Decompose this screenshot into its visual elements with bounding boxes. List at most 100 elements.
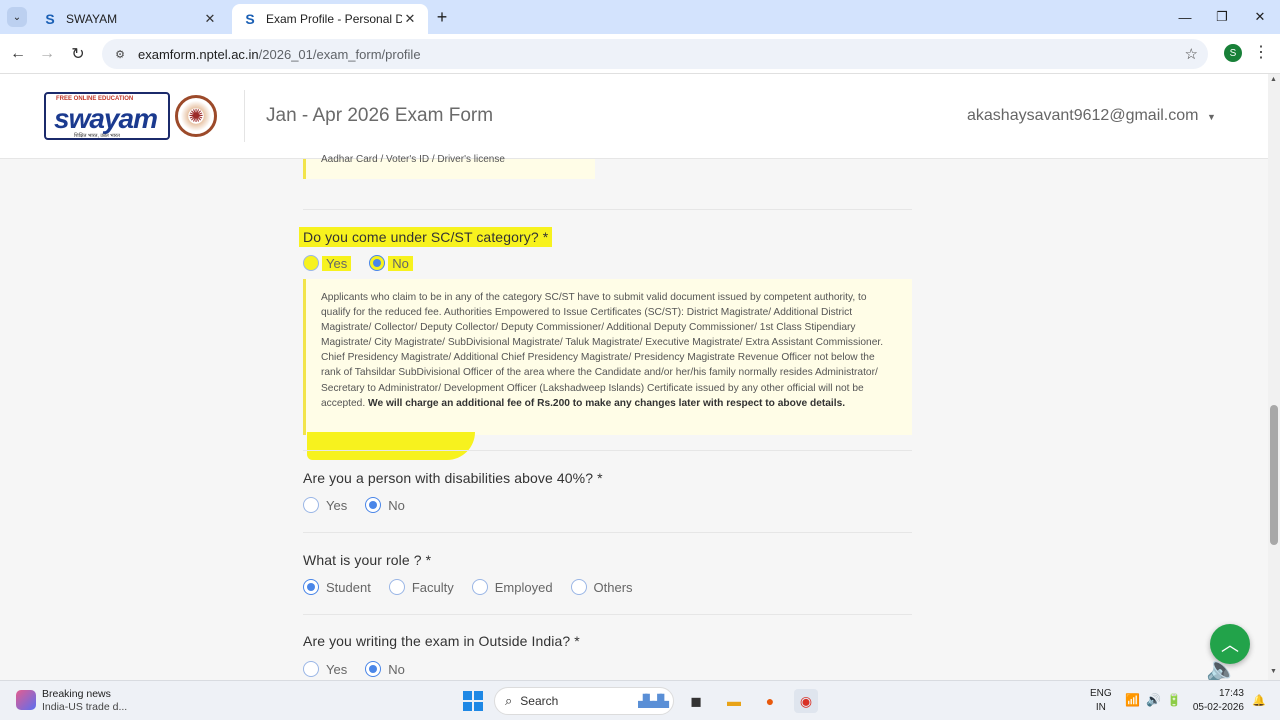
profile-form: Aadhar Card / Voter's ID / Driver's lice… xyxy=(299,155,912,680)
minimize-icon[interactable]: — xyxy=(1174,6,1196,28)
news-widget-icon[interactable] xyxy=(16,690,36,710)
windows-start-icon[interactable] xyxy=(463,691,483,711)
site-info-icon[interactable]: ⚙ xyxy=(112,46,128,62)
option-label: No xyxy=(388,255,413,271)
tab-title: Exam Profile - Personal Details xyxy=(266,12,402,26)
government-seal-icon: ✺ xyxy=(175,95,217,137)
search-label: Search xyxy=(520,694,559,708)
role-options: Student Faculty Employed Others xyxy=(303,579,651,595)
chevron-down-icon[interactable]: ▼ xyxy=(1207,112,1216,122)
disability-options: Yes No xyxy=(303,497,423,513)
radio-button[interactable] xyxy=(365,661,382,677)
scroll-down-icon[interactable]: ▼ xyxy=(1270,668,1277,675)
notification-icon[interactable]: 🔔 xyxy=(1252,694,1266,707)
scrollbar-thumb[interactable] xyxy=(1270,405,1278,545)
radio-button[interactable] xyxy=(570,579,587,595)
id-proof-note: Aadhar Card / Voter's ID / Driver's lice… xyxy=(303,155,595,179)
task-view-icon[interactable]: ◼ xyxy=(684,689,708,713)
disability-option-yes[interactable]: Yes xyxy=(303,497,347,513)
news-subtitle[interactable]: India-US trade d... xyxy=(42,701,127,713)
scst-option-no[interactable]: No xyxy=(369,255,413,271)
close-tab-icon[interactable]: ✕ xyxy=(402,11,418,27)
radio-button[interactable] xyxy=(303,661,319,677)
firefox-icon[interactable]: ● xyxy=(758,689,782,713)
close-window-icon[interactable]: ✕ xyxy=(1249,6,1271,28)
clock[interactable]: 17:43 05-02-2026 xyxy=(1192,687,1244,715)
url-host: examform.nptel.ac.in xyxy=(138,46,259,62)
news-title[interactable]: Breaking news xyxy=(42,688,111,700)
bookmark-star-icon[interactable]: ☆ xyxy=(1185,45,1198,63)
question-label: Do you come under SC/ST category? * xyxy=(299,227,553,247)
option-label: Yes xyxy=(326,661,348,677)
radio-button[interactable] xyxy=(303,579,319,595)
logo-hindi-tagline: शिक्षित भारत, उन्नत भारत xyxy=(74,133,120,139)
reload-icon[interactable]: ↻ xyxy=(67,43,89,65)
scst-option-yes[interactable]: Yes xyxy=(303,255,352,271)
outside-option-no[interactable]: No xyxy=(365,661,405,677)
system-tray-icons[interactable]: 📶🔊🔋 xyxy=(1125,693,1188,707)
option-label: Yes xyxy=(322,255,352,271)
chrome-icon[interactable]: ◉ xyxy=(794,689,818,713)
browser-toolbar: ← → ↻ ⚙ examform.nptel.ac.in/2026_01/exa… xyxy=(0,34,1280,74)
question-scst: Do you come under SC/ST category? * xyxy=(299,227,553,247)
radio-button[interactable] xyxy=(369,255,386,271)
close-tab-icon[interactable]: ✕ xyxy=(202,11,218,27)
page-title: Jan - Apr 2026 Exam Form xyxy=(266,105,494,126)
option-label: Others xyxy=(593,579,633,595)
windows-taskbar: Breaking news India-US trade d... ⌕ Sear… xyxy=(0,680,1280,720)
file-explorer-icon[interactable]: ▬ xyxy=(722,689,746,713)
search-icon: ⌕ xyxy=(505,693,513,708)
site-header: FREE ONLINE EDUCATION swayam शिक्षित भार… xyxy=(0,74,1268,159)
role-option-others[interactable]: Others xyxy=(570,579,633,595)
divider xyxy=(303,532,912,533)
question-role: What is your role ? * xyxy=(303,552,432,568)
new-tab-icon[interactable]: + xyxy=(432,7,452,27)
search-highlight-icon: ▟▙▟▙ xyxy=(638,694,669,708)
swayam-favicon-icon: S xyxy=(245,11,255,27)
address-bar[interactable]: ⚙ examform.nptel.ac.in/2026_01/exam_form… xyxy=(102,39,1208,69)
taskbar-search[interactable]: ⌕ Search ▟▙▟▙ xyxy=(494,687,674,715)
highlighter-mark xyxy=(307,432,475,460)
role-option-faculty[interactable]: Faculty xyxy=(388,579,454,595)
question-disability: Are you a person with disabilities above… xyxy=(303,470,603,486)
swayam-favicon-icon: S xyxy=(45,11,55,27)
outside-option-yes[interactable]: Yes xyxy=(303,661,347,677)
radio-button[interactable] xyxy=(388,579,405,595)
language-indicator[interactable]: ENG IN xyxy=(1090,687,1112,715)
divider xyxy=(303,450,912,451)
radio-button[interactable] xyxy=(303,497,319,513)
maximize-icon[interactable]: ❐ xyxy=(1211,6,1233,28)
logo-tagline: FREE ONLINE EDUCATION xyxy=(56,96,134,102)
swayam-logo[interactable]: FREE ONLINE EDUCATION swayam शिक्षित भार… xyxy=(44,92,170,140)
menu-kebab-icon[interactable]: ⋮ xyxy=(1253,42,1269,62)
profile-avatar[interactable]: S xyxy=(1224,44,1242,62)
radio-button[interactable] xyxy=(365,497,382,513)
outside-india-options: Yes No xyxy=(303,661,423,677)
region-code: IN xyxy=(1095,702,1106,713)
option-label: Faculty xyxy=(411,579,454,595)
tab-title: SWAYAM xyxy=(66,12,118,26)
info-text: Applicants who claim to be in any of the… xyxy=(321,292,884,409)
page-scrollbar[interactable]: ▲ ▼ xyxy=(1268,74,1280,680)
role-option-student[interactable]: Student xyxy=(303,579,371,595)
disability-option-no[interactable]: No xyxy=(365,497,405,513)
time: 17:43 xyxy=(1218,688,1244,699)
url-path: /2026_01/exam_form/profile xyxy=(258,46,421,62)
tab-swayam[interactable]: S SWAYAM ✕ xyxy=(32,4,228,34)
question-outside-india: Are you writing the exam in Outside Indi… xyxy=(303,633,580,649)
header-divider xyxy=(244,90,245,142)
radio-button[interactable] xyxy=(471,579,488,595)
role-option-employed[interactable]: Employed xyxy=(471,579,553,595)
divider xyxy=(303,614,912,615)
user-email[interactable]: akashaysavant9612@gmail.com xyxy=(967,107,1198,125)
radio-button[interactable] xyxy=(303,255,319,271)
date: 05-02-2026 xyxy=(1192,702,1244,713)
option-label: No xyxy=(388,497,405,513)
scroll-up-icon[interactable]: ▲ xyxy=(1270,76,1277,83)
option-label: Employed xyxy=(494,579,553,595)
tab-search-icon[interactable]: ⌄ xyxy=(7,7,27,27)
tab-exam-profile[interactable]: S Exam Profile - Personal Details ✕ xyxy=(232,4,428,34)
forward-arrow-icon[interactable]: → xyxy=(36,43,58,65)
divider xyxy=(303,209,912,210)
back-arrow-icon[interactable]: ← xyxy=(7,43,29,65)
